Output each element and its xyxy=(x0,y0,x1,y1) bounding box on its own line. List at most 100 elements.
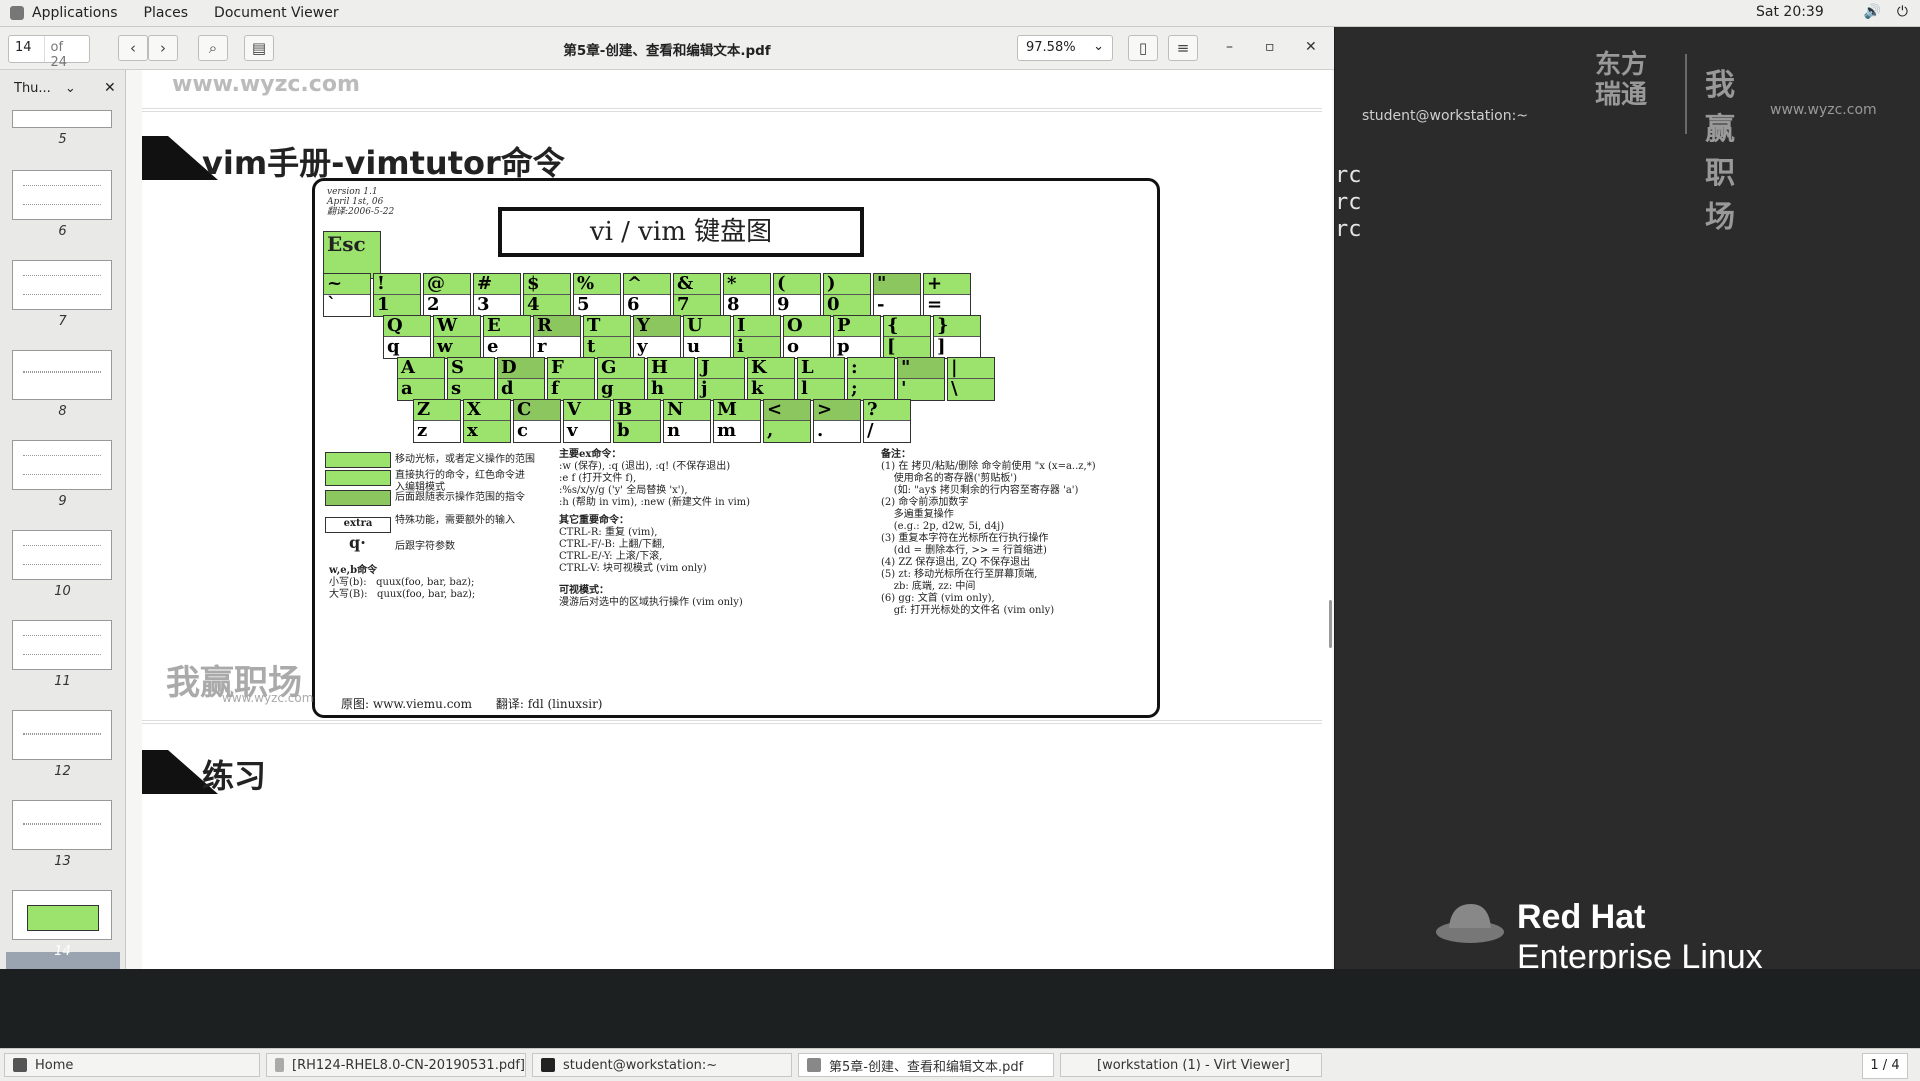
key-upper-char: B xyxy=(617,399,633,420)
thumbnail-page[interactable] xyxy=(12,800,112,850)
key-upper: X xyxy=(464,399,510,421)
version-line: 翻译:2006-5-22 xyxy=(327,207,395,217)
note-line: zb: 底端, zz: 中间 xyxy=(881,581,976,592)
key-lower: r xyxy=(534,336,580,358)
key-lower: e xyxy=(484,336,530,358)
key-lower: y xyxy=(634,336,680,358)
key-upper: ( xyxy=(774,273,820,295)
taskbar-home[interactable]: Home xyxy=(4,1053,260,1077)
thumbnail-number: 8 xyxy=(58,404,67,419)
key-upper-char: I xyxy=(737,315,746,336)
visual-line: 漫游后对选中的区域执行操作 (vim only) xyxy=(559,597,743,608)
app-menu[interactable]: Document Viewer xyxy=(214,5,339,21)
key-upper: ? xyxy=(864,399,910,421)
volume-icon[interactable]: 🔊 xyxy=(1863,4,1880,20)
keyboard-title: vi / vim 键盘图 xyxy=(498,207,864,257)
key-upper-char: K xyxy=(751,357,767,378)
key-upper: R xyxy=(534,315,580,337)
keyboard-key: Mm xyxy=(713,399,761,443)
thumbnail-number: 13 xyxy=(54,854,71,869)
taskbar-item[interactable]: [RH124-RHEL8.0-CN-20190531.pdf] xyxy=(266,1053,526,1077)
web-cmd-line: 大写(B): quux(foo, bar, baz); xyxy=(329,589,476,600)
key-lower-char: ` xyxy=(327,294,336,315)
keyboard-key: Aa xyxy=(397,357,445,401)
taskbar-item[interactable]: [workstation (1) - Virt Viewer] xyxy=(1060,1053,1322,1077)
logo-separator xyxy=(1685,54,1687,134)
taskbar-item[interactable]: student@workstation:~ xyxy=(532,1053,792,1077)
document-page-area[interactable]: www.wyzc.com vim手册-vimtutor命令 version 1.… xyxy=(136,70,1334,969)
key-lower-char: 3 xyxy=(477,294,490,315)
key-upper-char: < xyxy=(767,399,783,420)
thumbnail-page-selected[interactable] xyxy=(12,890,112,940)
key-upper-char: ~ xyxy=(327,273,343,294)
key-lower: l xyxy=(798,378,844,400)
key-upper: J xyxy=(698,357,744,379)
keyboard-key: Nn xyxy=(663,399,711,443)
key-lower: 5 xyxy=(574,294,620,316)
key-upper: : xyxy=(848,357,894,379)
top-menu: Applications Places Document Viewer xyxy=(0,0,375,26)
page-rule xyxy=(142,108,1322,112)
ex-line: :%s/x/y/g ('y' 全局替换 'x'), xyxy=(559,485,688,496)
key-upper-char: E xyxy=(487,315,501,336)
thumbnail-page[interactable] xyxy=(12,110,112,128)
keyboard-key: <, xyxy=(763,399,811,443)
keyboard-key: Tt xyxy=(583,315,631,359)
thumbnail-page[interactable] xyxy=(12,710,112,760)
sidebar-mode-select[interactable]: Thu... ⌄ xyxy=(14,81,114,96)
thumbnail-page[interactable] xyxy=(12,620,112,670)
key-lower: 8 xyxy=(724,294,770,316)
key-lower: n xyxy=(664,420,710,442)
key-lower-char: 9 xyxy=(777,294,790,315)
hamburger-menu-button[interactable]: ≡ xyxy=(1168,35,1198,61)
thumbnail-page[interactable] xyxy=(12,530,112,580)
applications-menu[interactable]: Applications xyxy=(32,5,118,21)
page-view-button[interactable]: ▯ xyxy=(1128,35,1158,61)
key-upper-char: F xyxy=(551,357,564,378)
thumbnail-page[interactable] xyxy=(12,260,112,310)
key-upper: O xyxy=(784,315,830,337)
terminal-line: rc xyxy=(1335,163,1362,188)
page-rule xyxy=(142,720,1322,724)
key-upper: Y xyxy=(634,315,680,337)
close-window-button[interactable]: ✕ xyxy=(1305,39,1317,55)
thumbnail-page[interactable] xyxy=(12,440,112,490)
ex-line: :w (保存), :q (退出), :q! (不保存退出) xyxy=(559,461,731,472)
key-upper: { xyxy=(884,315,930,337)
key-upper-char: ! xyxy=(377,273,385,294)
keyboard-key: :; xyxy=(847,357,895,401)
key-upper: Z xyxy=(414,399,460,421)
taskbar-item-label: [workstation (1) - Virt Viewer] xyxy=(1097,1057,1290,1073)
redhat-hat-icon xyxy=(1436,904,1504,943)
key-lower-char: y xyxy=(637,336,648,357)
keyboard-key: Zz xyxy=(413,399,461,443)
workspace-pager[interactable]: 1 / 4 xyxy=(1862,1053,1908,1079)
sidebar-close-icon[interactable]: ✕ xyxy=(104,80,116,96)
key-upper-char: L xyxy=(801,357,814,378)
key-upper: S xyxy=(448,357,494,379)
document-viewer-window: 14 of 24 ‹ › ⌕ ▤ 第5章-创建、查看和编辑文本.pdf 97.5… xyxy=(0,27,1334,1034)
note-line: 多遍重复操作 xyxy=(881,509,954,520)
system-tray[interactable]: 🔊 ⏻ xyxy=(1863,4,1908,20)
power-icon[interactable]: ⏻ xyxy=(1897,4,1908,20)
key-upper: " xyxy=(874,273,920,295)
vertical-scrollbar[interactable] xyxy=(1329,600,1332,648)
key-upper: B xyxy=(614,399,660,421)
key-lower: ] xyxy=(934,336,980,358)
key-lower-char: , xyxy=(767,420,774,441)
key-lower-char: 8 xyxy=(727,294,740,315)
key-lower: v xyxy=(564,420,610,442)
key-upper-char: ^ xyxy=(627,273,643,294)
key-lower-char: f xyxy=(551,378,559,399)
key-upper-char: : xyxy=(851,357,858,378)
zoom-select[interactable]: 97.58% ⌄ xyxy=(1017,35,1113,61)
taskbar-item-active[interactable]: 第5章-创建、查看和编辑文本.pdf xyxy=(798,1053,1054,1077)
key-upper-char: Q xyxy=(387,315,403,336)
minimize-button[interactable]: – xyxy=(1226,39,1233,55)
other-line: CTRL-E/-Y: 上滚/下滚, xyxy=(559,551,663,562)
thumbnail-page[interactable] xyxy=(12,350,112,400)
thumbnail-page[interactable] xyxy=(12,170,112,220)
places-menu[interactable]: Places xyxy=(144,5,189,21)
clock[interactable]: Sat 20:39 xyxy=(1756,4,1824,20)
maximize-button[interactable]: ▫ xyxy=(1265,39,1275,55)
